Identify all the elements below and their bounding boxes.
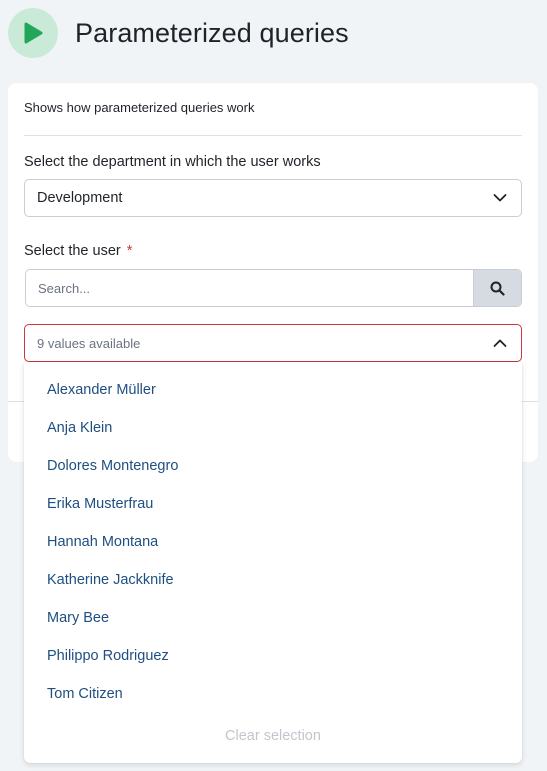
search-icon: [490, 281, 505, 296]
option-item[interactable]: Alexander Müller: [47, 382, 156, 398]
search-input[interactable]: [26, 270, 473, 306]
play-icon[interactable]: [8, 8, 58, 58]
option-item[interactable]: Dolores Montenegro: [47, 458, 178, 474]
required-mark: *: [126, 243, 133, 259]
user-options-dropdown: Alexander Müller Anja Klein Dolores Mont…: [24, 362, 522, 763]
option-item[interactable]: Erika Musterfrau: [47, 496, 153, 512]
clear-selection-button[interactable]: Clear selection: [24, 728, 522, 744]
user-search: [25, 269, 522, 307]
card-description: Shows how parameterized queries work: [24, 100, 255, 115]
department-select[interactable]: Development: [24, 179, 522, 217]
option-item[interactable]: Tom Citizen: [47, 686, 123, 702]
option-item[interactable]: Hannah Montana: [47, 534, 158, 550]
search-button[interactable]: [473, 270, 521, 306]
department-label: Select the department in which the user …: [24, 154, 321, 170]
user-label: Select the user *: [24, 243, 132, 259]
page-title: Parameterized queries: [75, 17, 349, 48]
user-select[interactable]: 9 values available: [24, 324, 522, 362]
chevron-up-icon: [493, 339, 507, 347]
department-value: Development: [37, 190, 123, 206]
page-header: Parameterized queries: [8, 8, 349, 58]
chevron-down-icon: [493, 194, 507, 202]
option-item[interactable]: Anja Klein: [47, 420, 112, 436]
user-select-text: 9 values available: [37, 335, 141, 351]
option-item[interactable]: Mary Bee: [47, 610, 109, 626]
divider: [24, 135, 522, 136]
option-item[interactable]: Philippo Rodriguez: [47, 648, 169, 664]
option-item[interactable]: Katherine Jackknife: [47, 572, 174, 588]
user-label-text: Select the user: [24, 243, 121, 259]
